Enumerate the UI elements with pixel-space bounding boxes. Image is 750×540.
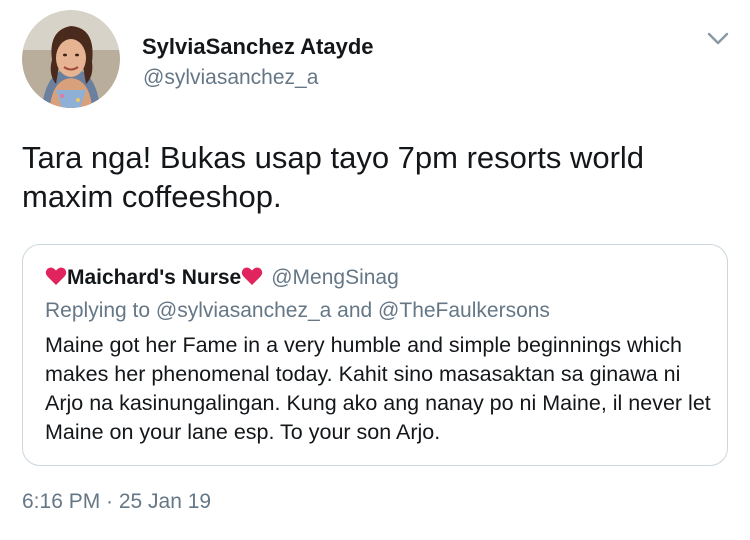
quoted-tweet-text: Maine got her Fame in a very humble and … xyxy=(45,333,711,444)
author-handle[interactable]: @sylviasanchez_a xyxy=(143,66,318,90)
author-display-name[interactable]: SylviaSanchez Atayde xyxy=(142,34,374,60)
replying-to-conjunction: and xyxy=(337,299,373,322)
replying-to-prefix: Replying to xyxy=(45,299,151,322)
quoted-tweet-display-name[interactable]: Maichard's Nurse xyxy=(67,266,241,289)
avatar[interactable] xyxy=(22,10,120,108)
quoted-tweet-header: Maichard's Nurse @MengSinag xyxy=(45,265,399,291)
quoted-tweet-handle[interactable]: @MengSinag xyxy=(271,266,399,289)
quoted-tweet[interactable]: Maichard's Nurse @MengSinag Replying to … xyxy=(22,244,728,466)
mention-link[interactable]: @TheFaulkersons xyxy=(378,299,550,322)
replying-to-line: Replying to @sylviasanchez_a and @TheFau… xyxy=(45,299,550,323)
mention-link[interactable]: @sylviasanchez_a xyxy=(156,299,331,322)
tweet-card: SylviaSanchez Atayde @sylviasanchez_a Ta… xyxy=(0,0,750,540)
red-heart-icon xyxy=(241,266,263,286)
tweet-text: Tara nga! Bukas usap tayo 7pm resorts wo… xyxy=(22,140,645,214)
tweet-timestamp[interactable]: 6:16 PM · 25 Jan 19 xyxy=(22,490,211,514)
chevron-down-icon[interactable] xyxy=(706,30,730,48)
red-heart-icon xyxy=(45,266,67,286)
